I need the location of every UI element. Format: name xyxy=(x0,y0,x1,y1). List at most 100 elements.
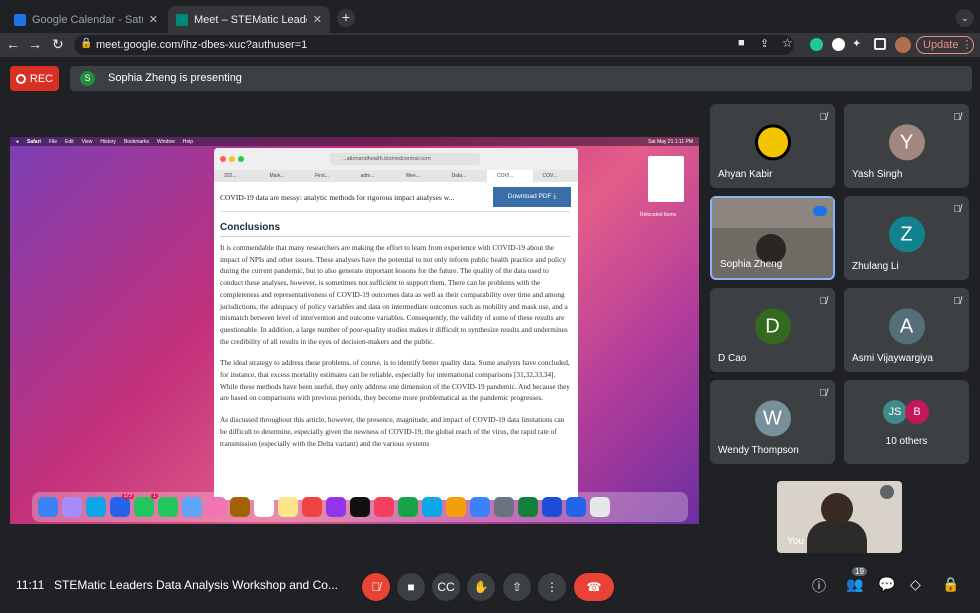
leave-call-button[interactable]: ☎ xyxy=(574,573,614,601)
profile-avatar[interactable] xyxy=(895,37,911,53)
raise-hand-button[interactable]: ✋ xyxy=(467,573,495,601)
safari-tab-bar: 202... Mark... First... adm... Mee... Da… xyxy=(214,170,578,182)
recording-badge[interactable]: REC xyxy=(10,66,59,91)
people-count-badge: 19 xyxy=(852,567,867,576)
host-controls-icon[interactable]: 🔒 xyxy=(942,576,959,593)
window-minimize-icon xyxy=(229,156,235,162)
excel-icon xyxy=(518,497,538,517)
desktop-file-icon xyxy=(648,156,684,202)
reminders-icon xyxy=(254,497,274,517)
mail-icon: 173 xyxy=(110,493,134,517)
trash-icon xyxy=(590,497,610,517)
notes-icon xyxy=(278,497,298,517)
participant-tile-active[interactable]: Sophia Zheng xyxy=(710,196,835,280)
meet-icon xyxy=(176,13,188,26)
avatar: Z xyxy=(888,216,925,253)
safari-toolbar: ...ationandhealth.biomedcentral.com xyxy=(214,148,578,170)
update-button[interactable]: Update ⋮ xyxy=(916,36,974,54)
article-paragraph: It is commendable that many researchers … xyxy=(220,243,568,346)
self-view[interactable]: You xyxy=(777,481,902,553)
mac-dock: 173 1 xyxy=(32,492,688,522)
participant-tile[interactable]: Z Zhulang Li 🎙̸ xyxy=(844,196,969,280)
camera-icon[interactable]: ■ xyxy=(738,37,745,49)
lock-icon: 🔒 xyxy=(80,38,93,49)
mic-off-icon: 🎙̸ xyxy=(819,388,828,399)
presenter-avatar: S xyxy=(80,71,95,86)
mac-menu-bar: ● Safari File Edit View History Bookmark… xyxy=(10,137,699,146)
avatar: W xyxy=(754,400,791,437)
sidebar-icon[interactable] xyxy=(874,38,886,50)
safari-icon xyxy=(86,497,106,517)
divider xyxy=(220,211,570,212)
participant-tile[interactable]: W Wendy Thompson 🎙̸ xyxy=(710,380,835,464)
browser-tab-strip: Google Calendar - Saturday, ✕ Meet – STE… xyxy=(0,0,980,33)
people-icon[interactable]: 👥 xyxy=(846,576,863,593)
meeting-time: 11:11 xyxy=(16,578,45,592)
participant-tile[interactable]: D D Cao 🎙̸ xyxy=(710,288,835,372)
record-icon xyxy=(15,73,26,84)
divider xyxy=(42,579,44,591)
extensions-puzzle-icon[interactable]: ✦ xyxy=(852,37,861,50)
activities-icon[interactable]: ◇ xyxy=(910,576,921,593)
avatar: D xyxy=(754,308,791,345)
tab-meet[interactable]: Meet – STEMatic Leaders D ✕ xyxy=(168,6,330,33)
participant-tile[interactable]: Y Yash Singh 🎙̸ xyxy=(844,104,969,188)
safari-window: ...ationandhealth.biomedcentral.com 202.… xyxy=(214,148,578,500)
extension-icon[interactable] xyxy=(810,38,823,51)
download-pdf-button[interactable]: Download PDF ⤓ xyxy=(493,187,571,207)
new-tab-button[interactable]: + xyxy=(337,9,355,27)
avatar: JS xyxy=(883,400,907,424)
camera-toggle-button[interactable]: ■ xyxy=(397,573,425,601)
avatar: B xyxy=(905,400,929,424)
address-bar[interactable]: 🔒 meet.google.com/ihz-dbes-xuc?authuser=… xyxy=(74,35,794,55)
close-tab-icon[interactable]: ✕ xyxy=(149,13,158,26)
present-icon: ⇧ xyxy=(511,580,523,594)
forward-icon[interactable]: → xyxy=(28,36,42,52)
captions-button[interactable]: CC xyxy=(432,573,460,601)
hand-icon: ✋ xyxy=(473,580,489,594)
zoom-icon xyxy=(566,497,586,517)
presenting-text: Sophia Zheng is presenting xyxy=(108,72,242,84)
divider xyxy=(220,236,570,237)
hang-up-icon: ☎ xyxy=(586,580,602,594)
speaking-icon xyxy=(813,206,827,216)
download-icon: ⤓ xyxy=(553,193,557,200)
shared-screen: ● Safari File Edit View History Bookmark… xyxy=(10,137,699,524)
mac-clock: Sat May 21 1:11 PM xyxy=(648,138,693,145)
avatar: Y xyxy=(888,124,925,161)
tab-search-button[interactable]: ⌄ xyxy=(956,9,974,27)
participant-tile[interactable]: A Asmi Vijaywargiya 🎙̸ xyxy=(844,288,969,372)
participant-tile[interactable]: Ahyan Kabir 🎙̸ xyxy=(710,104,835,188)
chat-icon[interactable]: 💬 xyxy=(878,576,895,593)
article-header-title: COVID-19 data are messy: analytic method… xyxy=(220,193,455,202)
podcasts-icon xyxy=(326,497,346,517)
mic-off-icon: 🎙̸ xyxy=(953,296,962,307)
extension-icon[interactable] xyxy=(832,38,845,51)
window-zoom-icon xyxy=(238,156,244,162)
more-vert-icon: ⋮ xyxy=(546,580,558,594)
window-close-icon xyxy=(220,156,226,162)
more-vert-icon: ⋮ xyxy=(961,39,973,51)
maps-icon xyxy=(182,497,202,517)
others-tile[interactable]: JS B 10 others xyxy=(844,380,969,464)
calendar-icon xyxy=(14,13,26,26)
finder-icon xyxy=(38,497,58,517)
bookmark-star-icon[interactable]: ☆ xyxy=(782,36,793,50)
messages-icon xyxy=(158,497,178,517)
present-button[interactable]: ⇧ xyxy=(503,573,531,601)
photos-icon xyxy=(206,497,226,517)
settings-icon xyxy=(494,497,514,517)
info-icon[interactable]: ⓘ xyxy=(812,576,826,596)
presenting-bar: S Sophia Zheng is presenting xyxy=(70,66,972,91)
keynote-icon xyxy=(422,497,442,517)
tab-google-calendar[interactable]: Google Calendar - Saturday, ✕ xyxy=(6,6,166,33)
self-video xyxy=(807,521,867,553)
more-options-button[interactable]: ⋮ xyxy=(538,573,566,601)
avatar xyxy=(754,124,791,161)
back-icon[interactable]: ← xyxy=(6,36,20,52)
mic-toggle-button[interactable]: 🎙̸ xyxy=(362,573,390,601)
close-tab-icon[interactable]: ✕ xyxy=(313,13,322,26)
share-icon[interactable]: ⇪ xyxy=(760,37,769,50)
reload-icon[interactable]: ↻ xyxy=(52,36,64,53)
article-paragraph: As discussed throughout this article, ho… xyxy=(220,415,565,448)
